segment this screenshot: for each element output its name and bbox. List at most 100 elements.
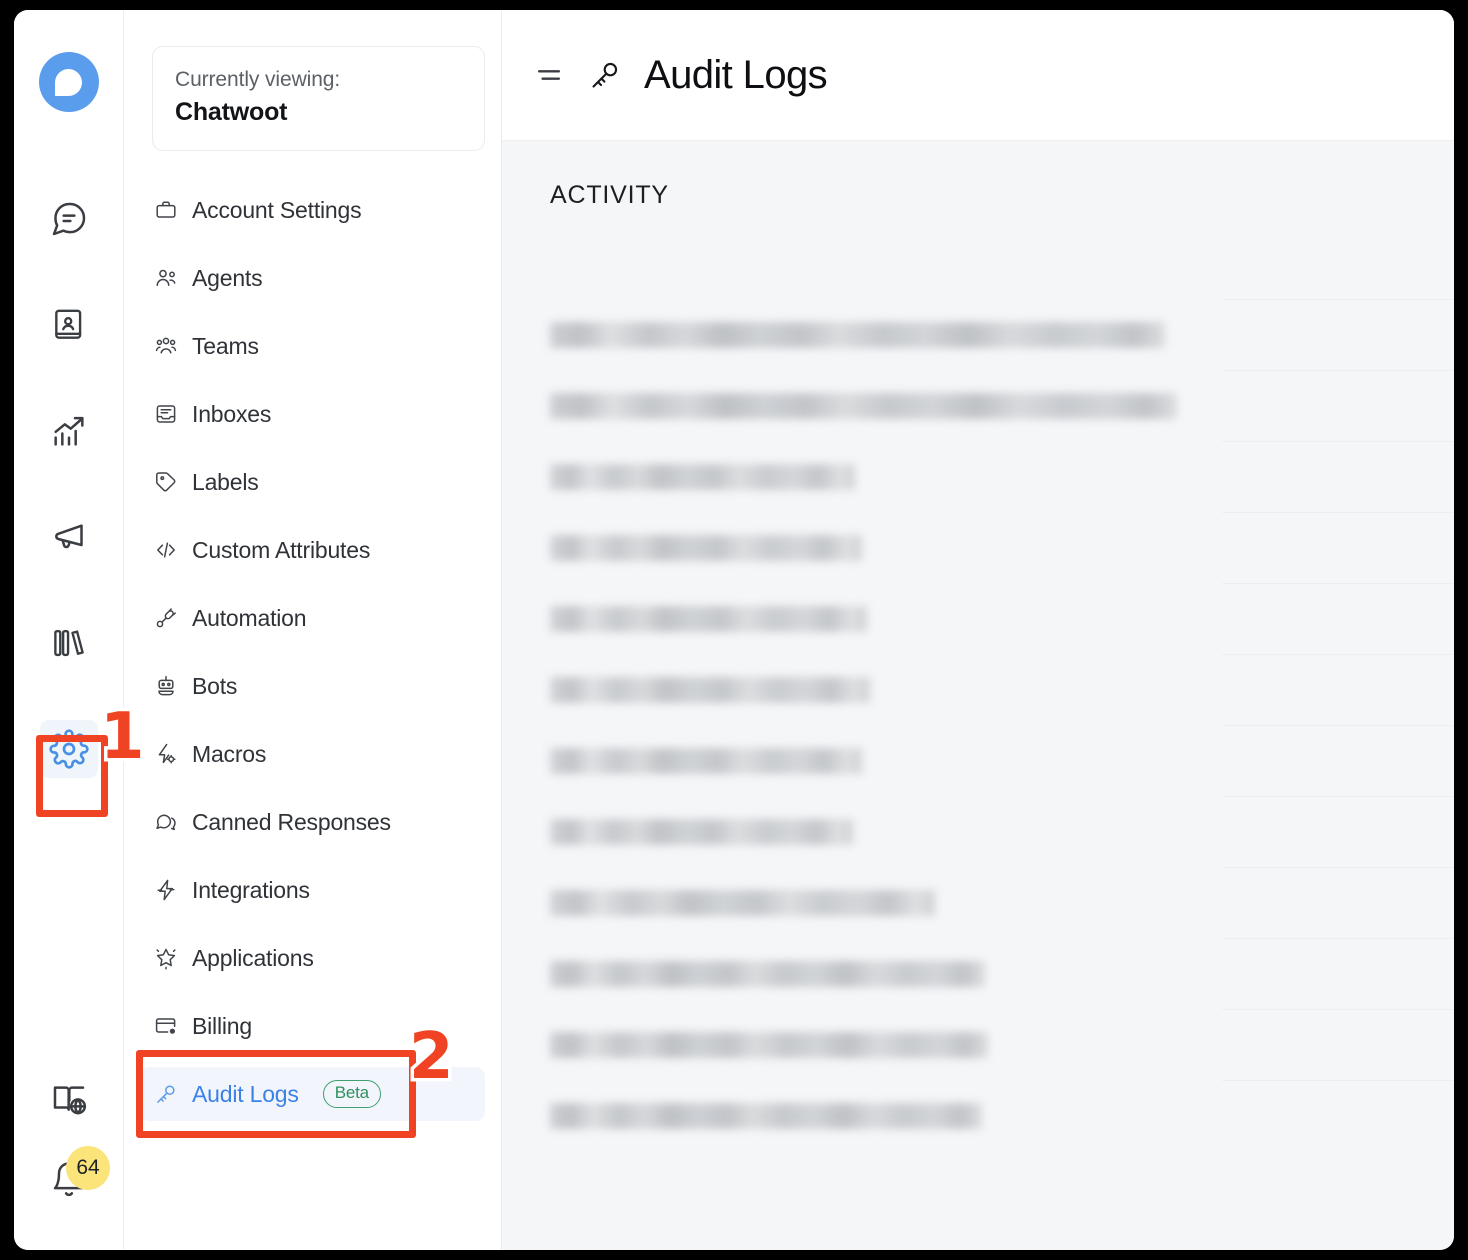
sidebar-item-label: Inboxes bbox=[192, 400, 272, 427]
redacted-log-text bbox=[550, 960, 985, 987]
sidebar-item-bots[interactable]: Bots bbox=[140, 659, 485, 713]
row-divider bbox=[1222, 1080, 1454, 1081]
row-divider bbox=[1222, 370, 1454, 371]
sidebar-item-label: Agents bbox=[192, 264, 263, 291]
sidebar-item-label: Integrations bbox=[192, 876, 310, 903]
sidebar-item-agents[interactable]: Agents bbox=[140, 251, 485, 305]
sidebar-item-billing[interactable]: Billing bbox=[140, 999, 485, 1053]
audit-log-row bbox=[550, 867, 1454, 938]
rail-icon-group bbox=[39, 190, 98, 826]
redacted-log-text bbox=[550, 818, 853, 845]
sidebar-item-label: Labels bbox=[192, 468, 259, 495]
robot-icon bbox=[154, 674, 178, 698]
conversations-icon[interactable] bbox=[40, 190, 98, 248]
redacted-log-text bbox=[550, 251, 768, 277]
inbox-tray-icon bbox=[154, 402, 178, 426]
redacted-log-text bbox=[550, 321, 1165, 348]
sidebar-item-audit-logs[interactable]: Audit Logs Beta bbox=[140, 1067, 485, 1122]
sidebar-item-automation[interactable]: Automation bbox=[140, 591, 485, 645]
page-header: Audit Logs bbox=[502, 10, 1454, 141]
audit-log-row bbox=[550, 299, 1454, 370]
beta-badge: Beta bbox=[322, 1080, 381, 1108]
primary-icon-rail: 64 bbox=[14, 10, 124, 1250]
docs-icon[interactable] bbox=[40, 1070, 98, 1128]
campaigns-icon[interactable] bbox=[40, 508, 98, 566]
redacted-log-text bbox=[550, 676, 870, 703]
rail-bottom-group: 64 bbox=[14, 1070, 124, 1230]
main-area: Audit Logs ACTIVITY bbox=[502, 10, 1454, 1250]
sidebar-item-label: Automation bbox=[192, 604, 307, 631]
account-name: Chatwoot bbox=[175, 98, 288, 127]
notifications-icon[interactable]: 64 bbox=[40, 1146, 110, 1208]
activity-section-label: ACTIVITY bbox=[550, 181, 669, 209]
code-brackets-icon bbox=[154, 538, 178, 562]
sidebar-item-teams[interactable]: Teams bbox=[140, 319, 485, 373]
redacted-log-text bbox=[550, 463, 855, 490]
settings-sidebar: Currently viewing: Chatwoot Account Sett… bbox=[124, 10, 502, 1250]
redacted-log-text bbox=[550, 1031, 988, 1058]
sidebar-item-label: Bots bbox=[192, 672, 238, 699]
notification-count-badge: 64 bbox=[66, 1146, 110, 1190]
sidebar-item-macros[interactable]: Macros bbox=[140, 727, 485, 781]
redacted-log-text bbox=[550, 605, 867, 632]
sidebar-item-account-settings[interactable]: Account Settings bbox=[140, 183, 485, 237]
sidebar-item-inboxes[interactable]: Inboxes bbox=[140, 387, 485, 441]
tag-icon bbox=[154, 470, 178, 494]
currently-viewing-label: Currently viewing: bbox=[175, 68, 341, 91]
help-center-icon[interactable] bbox=[40, 614, 98, 672]
sidebar-item-custom-attributes[interactable]: Custom Attributes bbox=[140, 523, 485, 577]
sidebar-item-label: Canned Responses bbox=[192, 808, 391, 835]
users-icon bbox=[154, 266, 178, 290]
app-window: 64 Currently viewing: Chatwoot Account S… bbox=[14, 10, 1454, 1250]
team-group-icon bbox=[154, 334, 178, 358]
row-divider bbox=[1222, 441, 1454, 442]
audit-log-row bbox=[550, 796, 1454, 867]
row-divider bbox=[1222, 796, 1454, 797]
row-divider bbox=[1222, 583, 1454, 584]
audit-log-list bbox=[550, 228, 1454, 1151]
redacted-log-text bbox=[550, 889, 935, 916]
page-title: Audit Logs bbox=[644, 52, 828, 97]
audit-log-row bbox=[550, 654, 1454, 725]
audit-log-row bbox=[550, 583, 1454, 654]
chat-dots-icon bbox=[154, 810, 178, 834]
row-divider bbox=[1222, 1009, 1454, 1010]
audit-log-row bbox=[550, 1009, 1454, 1080]
audit-log-row bbox=[550, 1080, 1454, 1151]
sidebar-item-label: Custom Attributes bbox=[192, 536, 371, 563]
redacted-log-text bbox=[550, 392, 1177, 419]
audit-log-row bbox=[550, 228, 1454, 299]
credit-card-icon bbox=[154, 1014, 178, 1038]
redacted-log-text bbox=[550, 747, 862, 774]
page-key-icon bbox=[588, 58, 622, 92]
contacts-icon[interactable] bbox=[40, 296, 98, 354]
audit-log-content: ACTIVITY bbox=[502, 141, 1454, 1250]
row-divider bbox=[1222, 867, 1454, 868]
chatwoot-logo-icon bbox=[38, 52, 99, 112]
logo-bubble-shape bbox=[55, 68, 82, 96]
sidebar-item-integrations[interactable]: Integrations bbox=[140, 863, 485, 917]
sidebar-item-label: Applications bbox=[192, 944, 314, 971]
hamburger-menu-icon[interactable] bbox=[532, 58, 566, 92]
sidebar-item-label: Teams bbox=[192, 332, 259, 359]
redacted-log-text bbox=[550, 534, 862, 561]
current-account-card[interactable]: Currently viewing: Chatwoot bbox=[152, 46, 485, 152]
reports-icon[interactable] bbox=[40, 402, 98, 460]
row-divider bbox=[1222, 299, 1454, 300]
sidebar-item-labels[interactable]: Labels bbox=[140, 455, 485, 509]
sidebar-item-applications[interactable]: Applications bbox=[140, 931, 485, 985]
sidebar-item-label: Account Settings bbox=[192, 196, 362, 223]
audit-log-row bbox=[550, 938, 1454, 1009]
star-outline-icon bbox=[154, 946, 178, 970]
sidebar-item-label: Macros bbox=[192, 740, 267, 767]
key-icon bbox=[154, 1082, 178, 1106]
sidebar-item-canned-responses[interactable]: Canned Responses bbox=[140, 795, 485, 849]
settings-icon[interactable] bbox=[39, 720, 98, 778]
flash-gear-icon bbox=[154, 742, 178, 766]
plug-connector-icon bbox=[154, 606, 178, 630]
settings-nav-list: Account Settings Agents Teams Inboxes La… bbox=[124, 183, 501, 1122]
row-divider bbox=[1222, 725, 1454, 726]
sidebar-item-label: Audit Logs bbox=[192, 1080, 299, 1107]
redacted-log-text bbox=[550, 1102, 982, 1129]
sidebar-item-label: Billing bbox=[192, 1012, 252, 1039]
